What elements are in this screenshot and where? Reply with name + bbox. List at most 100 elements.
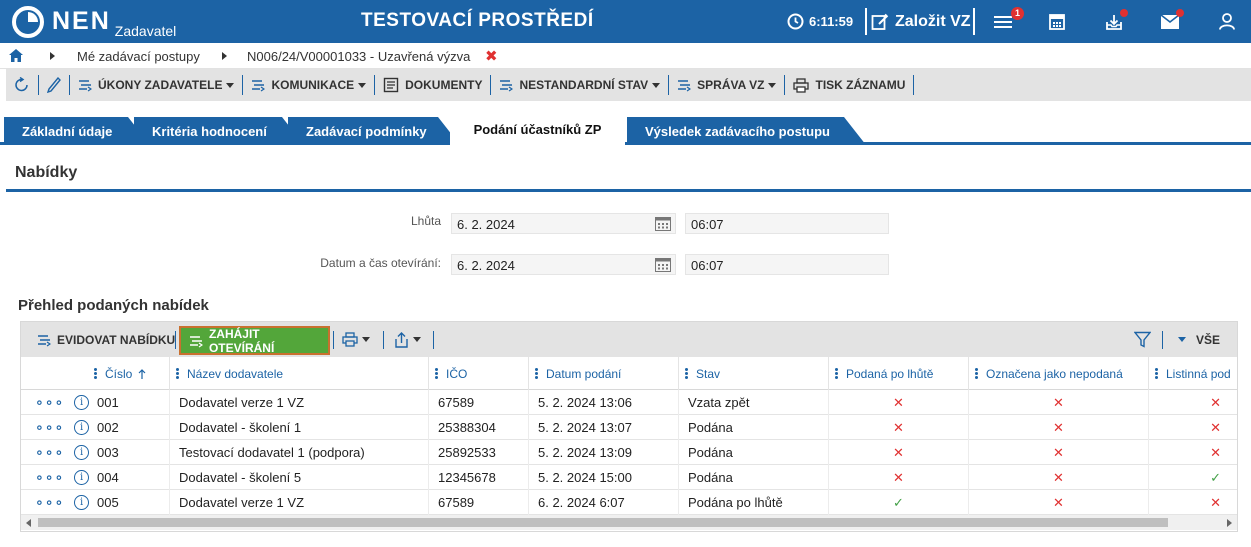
horizontal-scrollbar[interactable] bbox=[21, 515, 1237, 530]
column-header-listinna[interactable]: Listinná pod bbox=[1148, 357, 1237, 390]
table-row[interactable]: ∘∘∘ i 002 Dodavatel - školení 1 25388304… bbox=[21, 415, 1237, 440]
more-options-icon[interactable]: ∘∘∘ bbox=[35, 469, 64, 486]
table-row[interactable]: ∘∘∘ i 004 Dodavatel - školení 5 12345678… bbox=[21, 465, 1237, 490]
create-vz-button[interactable]: Založit VZ bbox=[871, 0, 971, 43]
table-row[interactable]: ∘∘∘ i 005 Dodavatel verze 1 VZ 67589 6. … bbox=[21, 490, 1237, 515]
inbox-button[interactable] bbox=[1105, 0, 1123, 43]
menu-icon bbox=[994, 15, 1012, 28]
dokumenty-button[interactable]: DOKUMENTY bbox=[375, 69, 490, 101]
calculator-icon bbox=[1049, 13, 1065, 30]
tab-label: Podání účastníků ZP bbox=[473, 121, 602, 137]
lhuta-date-field[interactable]: 6. 2. 2024 bbox=[451, 213, 676, 234]
info-icon[interactable]: i bbox=[74, 470, 89, 485]
edit-button[interactable] bbox=[39, 69, 69, 101]
column-menu-icon[interactable] bbox=[94, 367, 97, 380]
cell-datum: 5. 2. 2024 13:09 bbox=[528, 440, 678, 465]
cell-cislo: 003 bbox=[97, 445, 119, 460]
toolbar-divider bbox=[383, 331, 384, 349]
column-menu-icon[interactable] bbox=[535, 367, 538, 380]
section-title: Nabídky bbox=[15, 164, 78, 181]
logo-text: NEN bbox=[52, 7, 111, 35]
scroll-right-icon[interactable] bbox=[1227, 519, 1232, 527]
tab-zakladni-udaje[interactable]: Základní údaje bbox=[4, 117, 150, 145]
otevirani-time-value: 06:07 bbox=[691, 258, 724, 273]
overview-title: Přehled podaných nabídek bbox=[18, 297, 209, 314]
nen-logo[interactable]: NEN Zadavatel bbox=[12, 6, 176, 39]
tab-vysledek[interactable]: Výsledek zadávacího postupu bbox=[627, 117, 866, 145]
info-icon[interactable]: i bbox=[74, 395, 89, 410]
scrollbar-thumb[interactable] bbox=[38, 518, 1168, 527]
evidovat-nabidku-button[interactable]: EVIDOVAT NABÍDKU bbox=[37, 322, 175, 357]
scroll-left-icon[interactable] bbox=[26, 519, 31, 527]
menu-button[interactable] bbox=[994, 0, 1012, 43]
table-row[interactable]: ∘∘∘ i 001 Dodavatel verze 1 VZ 67589 5. … bbox=[21, 390, 1237, 415]
zahajit-otevirani-button[interactable]: ZAHÁJIT OTEVÍRÁNÍ bbox=[179, 326, 330, 355]
column-menu-icon[interactable] bbox=[685, 367, 688, 380]
cell-datum: 5. 2. 2024 13:06 bbox=[528, 390, 678, 415]
tab-label: Základní údaje bbox=[22, 123, 113, 139]
lhuta-time-field[interactable]: 06:07 bbox=[685, 213, 889, 234]
view-all-dropdown[interactable]: VŠE bbox=[1174, 322, 1220, 357]
tisk-zaznamu-button[interactable]: TISK ZÁZNAMU bbox=[785, 69, 913, 101]
user-button[interactable] bbox=[1219, 0, 1235, 43]
tab-podani-ucastniku[interactable]: Podání účastníků ZP bbox=[450, 113, 625, 145]
more-options-icon[interactable]: ∘∘∘ bbox=[35, 444, 64, 461]
otevirani-date-field[interactable]: 6. 2. 2024 bbox=[451, 254, 676, 275]
cell-stav: Vzata zpět bbox=[678, 390, 828, 415]
environment-title: TESTOVACÍ PROSTŘEDÍ bbox=[361, 10, 594, 31]
tab-zadavaci-podminky[interactable]: Zadávací podmínky bbox=[288, 117, 460, 145]
column-header-ico[interactable]: IČO bbox=[428, 357, 528, 390]
info-icon[interactable]: i bbox=[74, 445, 89, 460]
export-menu-button[interactable] bbox=[394, 322, 421, 357]
sprava-vz-menu[interactable]: SPRÁVA VZ bbox=[669, 69, 784, 101]
cell-ico: 67589 bbox=[428, 390, 528, 415]
komunikace-menu[interactable]: KOMUNIKACE bbox=[243, 69, 374, 101]
calendar-icon[interactable] bbox=[655, 258, 671, 272]
info-icon[interactable]: i bbox=[74, 495, 89, 510]
ukony-zadavatele-menu[interactable]: ÚKONY ZADAVATELE bbox=[70, 69, 242, 101]
actions-icon bbox=[252, 80, 266, 92]
refresh-button[interactable] bbox=[6, 69, 38, 101]
column-header-po-lhute[interactable]: Podaná po lhůtě bbox=[828, 357, 968, 390]
grid-toolbar: EVIDOVAT NABÍDKU ZAHÁJIT OTEVÍRÁNÍ VŠE bbox=[21, 322, 1237, 357]
tab-label: Výsledek zadávacího postupu bbox=[645, 123, 830, 139]
more-options-icon[interactable]: ∘∘∘ bbox=[35, 494, 64, 511]
cross-icon: ✕ bbox=[893, 469, 904, 485]
calculator-button[interactable] bbox=[1049, 0, 1065, 43]
breadcrumb-item-my-procedures[interactable]: Mé zadávací postupy bbox=[77, 49, 200, 64]
logo-circle-icon bbox=[12, 6, 44, 38]
home-icon[interactable] bbox=[9, 49, 23, 62]
column-menu-icon[interactable] bbox=[1155, 367, 1158, 380]
document-icon bbox=[383, 77, 399, 93]
tab-kriteria-hodnoceni[interactable]: Kritéria hodnocení bbox=[134, 117, 304, 145]
cross-icon: ✕ bbox=[1053, 419, 1064, 435]
column-header-label: Číslo bbox=[105, 366, 133, 381]
mail-button[interactable] bbox=[1161, 0, 1179, 43]
column-menu-icon[interactable] bbox=[435, 367, 438, 380]
nestandardni-stav-menu[interactable]: NESTANDARDNÍ STAV bbox=[491, 69, 668, 101]
table-row[interactable]: ∘∘∘ i 003 Testovací dodavatel 1 (podpora… bbox=[21, 440, 1237, 465]
info-icon[interactable]: i bbox=[74, 420, 89, 435]
more-options-icon[interactable]: ∘∘∘ bbox=[35, 419, 64, 436]
otevirani-time-field[interactable]: 06:07 bbox=[685, 254, 889, 275]
column-menu-icon[interactable] bbox=[835, 367, 838, 380]
row-actions: ∘∘∘ i bbox=[21, 440, 89, 465]
calendar-icon[interactable] bbox=[655, 217, 671, 231]
notification-badge: 1 bbox=[1011, 7, 1024, 20]
breadcrumb: Mé zadávací postupy N006/24/V00001033 - … bbox=[0, 43, 1251, 69]
toolbar-divider bbox=[333, 331, 334, 349]
cell-listinna: ✕ bbox=[1148, 415, 1237, 440]
close-icon[interactable]: ✖ bbox=[485, 47, 498, 65]
more-options-icon[interactable]: ∘∘∘ bbox=[35, 394, 64, 411]
column-header-datum[interactable]: Datum podání bbox=[528, 357, 678, 390]
column-menu-icon[interactable] bbox=[176, 367, 179, 380]
column-header-nepodana[interactable]: Označena jako nepodaná bbox=[968, 357, 1148, 390]
column-header-cislo[interactable]: Číslo bbox=[88, 357, 169, 390]
filter-button[interactable] bbox=[1134, 322, 1151, 357]
column-menu-icon[interactable] bbox=[975, 367, 978, 380]
tab-label: Zadávací podmínky bbox=[306, 123, 427, 139]
cell-listinna: ✕ bbox=[1148, 440, 1237, 465]
column-header-stav[interactable]: Stav bbox=[678, 357, 828, 390]
column-header-nazev[interactable]: Název dodavatele bbox=[169, 357, 428, 390]
print-menu-button[interactable] bbox=[342, 322, 370, 357]
